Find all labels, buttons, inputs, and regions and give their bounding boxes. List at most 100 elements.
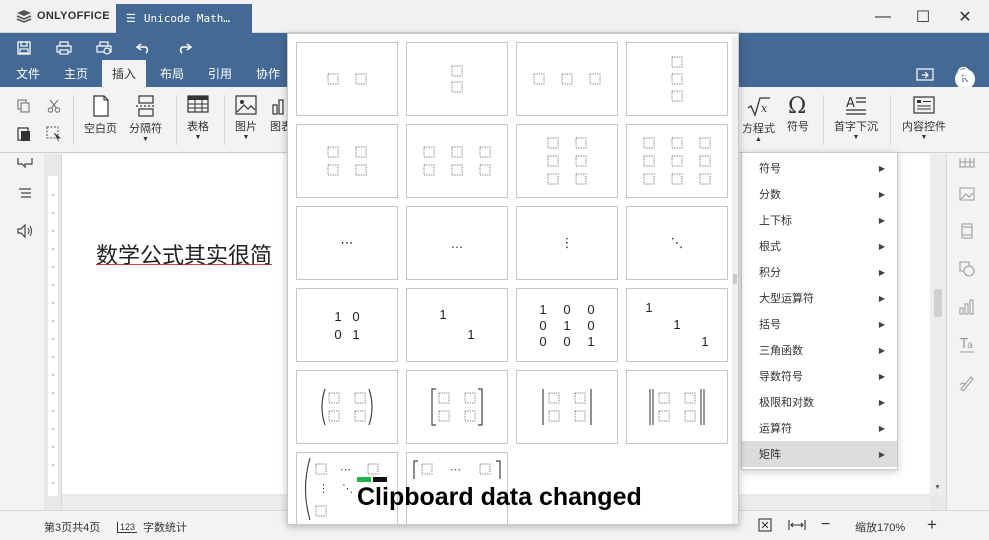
header-footer-settings-icon[interactable] bbox=[958, 222, 976, 240]
close-button[interactable]: ✕ bbox=[951, 6, 979, 28]
matrix-1x2-empty[interactable] bbox=[296, 42, 398, 116]
menu-item-functions[interactable]: 三角函数 ▶ bbox=[742, 337, 897, 363]
chevron-right-icon: ▶ bbox=[878, 189, 885, 199]
matrix-entry bbox=[691, 317, 719, 334]
speaker-icon[interactable] bbox=[16, 222, 34, 240]
paste-icon[interactable] bbox=[15, 125, 33, 143]
svg-text:⋱: ⋱ bbox=[342, 483, 353, 495]
identity-matrix-3x3-sparse[interactable]: 1 1 1 bbox=[626, 288, 728, 362]
matrix-entry: 1 bbox=[563, 317, 571, 333]
menu-item-fractions[interactable]: 分数 ▶ bbox=[742, 181, 897, 207]
identity-matrix-3x3[interactable]: 1 0 0 0 1 0 0 0 1 bbox=[516, 288, 618, 362]
menu-item-integrals[interactable]: 积分 ▶ bbox=[742, 259, 897, 285]
fit-page-icon[interactable] bbox=[757, 517, 773, 533]
panel-scrollbar[interactable] bbox=[732, 36, 738, 524]
vertical-dots[interactable]: ⋮ bbox=[516, 206, 618, 280]
matrix-2x2-empty[interactable] bbox=[296, 124, 398, 198]
menu-item-operators[interactable]: 运算符 ▶ bbox=[742, 415, 897, 441]
menu-item-scripts[interactable]: 上下标 ▶ bbox=[742, 207, 897, 233]
panel-scrollbar-thumb[interactable] bbox=[733, 274, 737, 284]
menu-item-large-operators[interactable]: 大型运算符 ▶ bbox=[742, 285, 897, 311]
signature-settings-icon[interactable] bbox=[958, 374, 976, 392]
tab-layout[interactable]: 布局 bbox=[152, 60, 192, 87]
matrix-3x1-empty[interactable] bbox=[626, 42, 728, 116]
vertical-scrollbar[interactable]: ▼ bbox=[930, 154, 946, 496]
matrix-entry bbox=[457, 307, 485, 324]
image-button[interactable]: 图片 ▼ bbox=[235, 95, 257, 141]
comment-icon[interactable] bbox=[16, 154, 34, 172]
zoom-level[interactable]: 缩放170% bbox=[855, 519, 905, 535]
shape-settings-icon[interactable] bbox=[958, 260, 976, 278]
matrix-2x2-square-brackets[interactable] bbox=[406, 370, 508, 444]
menu-item-brackets[interactable]: 括号 ▶ bbox=[742, 311, 897, 337]
fit-width-icon[interactable] bbox=[788, 517, 806, 533]
menu-item-label: 大型运算符 bbox=[759, 293, 814, 305]
menu-item-label: 极限和对数 bbox=[759, 397, 814, 409]
drop-cap-button[interactable]: A 首字下沉 ▼ bbox=[834, 95, 878, 141]
tab-insert[interactable]: 插入 bbox=[102, 60, 146, 87]
menu-item-limits-logs[interactable]: 极限和对数 ▶ bbox=[742, 389, 897, 415]
redo-icon[interactable] bbox=[173, 38, 195, 58]
chart-settings-icon[interactable] bbox=[958, 298, 976, 316]
matrix-2x2-parentheses[interactable] bbox=[296, 370, 398, 444]
matrix-2x1-empty[interactable] bbox=[406, 42, 508, 116]
copy-icon[interactable] bbox=[15, 97, 33, 115]
image-settings-icon[interactable] bbox=[958, 185, 976, 203]
table-settings-icon[interactable] bbox=[958, 154, 976, 172]
matrix-3x3-empty[interactable] bbox=[626, 124, 728, 198]
matrix-entry: 0 bbox=[587, 317, 595, 333]
maximize-button[interactable]: ☐ bbox=[909, 6, 937, 28]
matrix-2x2-bars[interactable] bbox=[516, 370, 618, 444]
right-sidebar: Ta bbox=[946, 154, 989, 510]
chevron-right-icon: ▶ bbox=[878, 397, 885, 407]
menu-item-symbols[interactable]: 符号 ▶ bbox=[742, 155, 897, 181]
menu-item-radicals[interactable]: 根式 ▶ bbox=[742, 233, 897, 259]
open-location-icon[interactable] bbox=[914, 64, 936, 84]
chevron-right-icon: ▶ bbox=[878, 371, 885, 381]
matrix-2x2-double-bars[interactable] bbox=[626, 370, 728, 444]
menu-item-label: 积分 bbox=[759, 267, 781, 279]
menu-item-accents[interactable]: 导数符号 ▶ bbox=[742, 363, 897, 389]
select-all-icon[interactable] bbox=[45, 125, 63, 143]
tab-home[interactable]: 主页 bbox=[56, 60, 96, 87]
matrix-2x3-empty[interactable] bbox=[406, 124, 508, 198]
content-control-button[interactable]: 内容控件 ▼ bbox=[902, 95, 946, 141]
minimize-button[interactable]: — bbox=[869, 6, 897, 28]
equation-button[interactable]: x 方程式 ▲ bbox=[742, 97, 775, 143]
identity-matrix-2x2-sparse[interactable]: 1 1 bbox=[406, 288, 508, 362]
matrix-entry: 0 bbox=[563, 333, 571, 349]
cut-icon[interactable] bbox=[45, 97, 63, 115]
menu-item-label: 矩阵 bbox=[759, 449, 781, 461]
text-art-settings-icon[interactable]: Ta bbox=[958, 336, 976, 354]
page-break-button[interactable]: 分隔符 ▼ bbox=[129, 95, 162, 143]
baseline-dots[interactable]: … bbox=[406, 206, 508, 280]
title-bar: ONLYOFFICE ☰ Unicode Math… — ☐ ✕ bbox=[0, 0, 989, 33]
matrix-1x3-empty[interactable] bbox=[516, 42, 618, 116]
print-icon[interactable] bbox=[53, 38, 75, 58]
scrollbar-thumb[interactable] bbox=[934, 289, 942, 317]
undo-icon[interactable] bbox=[133, 38, 155, 58]
scroll-down-arrow-icon[interactable]: ▼ bbox=[934, 484, 941, 491]
diagonal-dots[interactable]: ⋱ bbox=[626, 206, 728, 280]
menu-item-matrices[interactable]: 矩阵 ▶ bbox=[742, 441, 897, 467]
zoom-in-button[interactable]: + bbox=[927, 515, 937, 535]
word-count-button[interactable]: 123 字数统计 bbox=[117, 519, 187, 535]
document-tab[interactable]: ☰ Unicode Math… bbox=[116, 4, 252, 33]
quick-print-icon[interactable] bbox=[93, 38, 115, 58]
page-indicator[interactable]: 第3页共4页 bbox=[44, 519, 100, 535]
blank-page-button[interactable]: 空白页 bbox=[84, 95, 117, 136]
save-icon[interactable] bbox=[13, 38, 35, 58]
zoom-out-button[interactable]: − bbox=[821, 516, 830, 534]
table-button[interactable]: 表格 ▼ bbox=[187, 95, 209, 141]
identity-matrix-2x2[interactable]: 1 0 0 1 bbox=[296, 288, 398, 362]
search-icon[interactable] bbox=[954, 64, 976, 84]
navigation-icon[interactable] bbox=[16, 185, 34, 203]
document-text[interactable]: 数学公式其实很简 bbox=[96, 238, 272, 270]
midline-dots[interactable]: ⋯ bbox=[296, 206, 398, 280]
chevron-right-icon: ▶ bbox=[878, 423, 885, 433]
tab-references[interactable]: 引用 bbox=[200, 60, 240, 87]
tab-collaboration[interactable]: 协作 bbox=[248, 60, 288, 87]
matrix-3x2-empty[interactable] bbox=[516, 124, 618, 198]
tab-file[interactable]: 文件 bbox=[8, 60, 48, 87]
symbol-button[interactable]: Ω 符号 bbox=[787, 95, 809, 134]
